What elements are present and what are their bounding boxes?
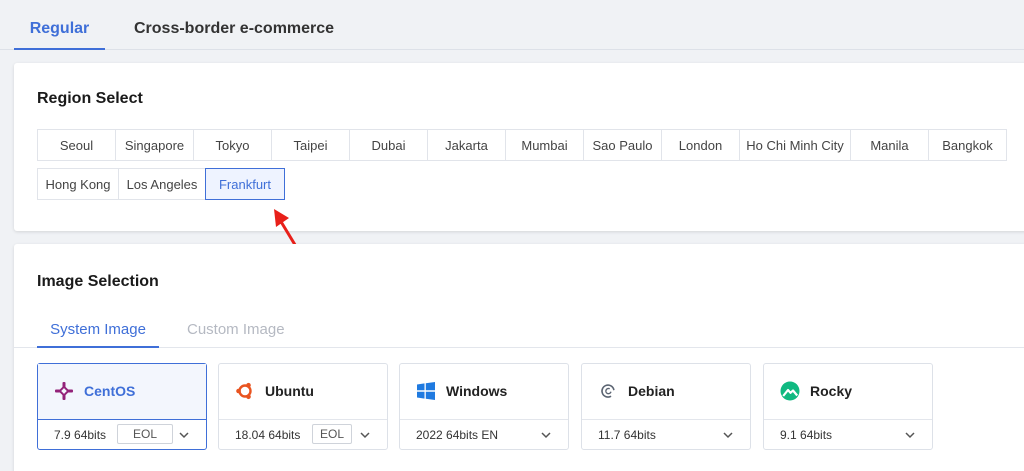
os-card-ubuntu[interactable]: Ubuntu 18.04 64bits EOL xyxy=(218,363,388,450)
os-card-rocky[interactable]: Rocky 9.1 64bits xyxy=(763,363,933,450)
os-name: Debian xyxy=(628,383,675,399)
os-version-value: 9.1 64bits xyxy=(780,428,833,442)
region-option-singapore[interactable]: Singapore xyxy=(115,129,194,161)
os-version-select[interactable]: 9.1 64bits xyxy=(764,421,932,449)
chevron-down-icon xyxy=(723,432,733,439)
region-option-dubai[interactable]: Dubai xyxy=(349,129,428,161)
os-card-header: Rocky xyxy=(764,364,932,420)
os-version-value: 11.7 64bits xyxy=(598,428,656,442)
chevron-down-icon xyxy=(905,432,915,439)
os-name: Ubuntu xyxy=(265,383,314,399)
os-card-centos[interactable]: CentOS 7.9 64bits EOL xyxy=(37,363,207,450)
os-version-select[interactable]: 18.04 64bits EOL xyxy=(219,421,387,449)
region-option-bangkok[interactable]: Bangkok xyxy=(928,129,1007,161)
os-version-select[interactable]: 2022 64bits EN xyxy=(400,421,568,449)
tab-cross-border-ecommerce[interactable]: Cross-border e-commerce xyxy=(134,20,334,50)
image-selection-card: Image Selection System Image Custom Imag… xyxy=(14,244,1024,471)
region-option-manila[interactable]: Manila xyxy=(850,129,929,161)
os-version-value: 7.9 64bits xyxy=(54,428,107,442)
region-option-frankfurt[interactable]: Frankfurt xyxy=(205,168,285,200)
region-option-london[interactable]: London xyxy=(661,129,740,161)
region-option-los-angeles[interactable]: Los Angeles xyxy=(118,168,206,200)
region-option-seoul[interactable]: Seoul xyxy=(37,129,116,161)
os-card-header: Debian xyxy=(582,364,750,420)
os-name: Rocky xyxy=(810,383,853,399)
os-card-header: Ubuntu xyxy=(219,364,387,420)
region-option-tokyo[interactable]: Tokyo xyxy=(193,129,272,161)
os-card-debian[interactable]: Debian 11.7 64bits xyxy=(581,363,751,450)
rocky-icon xyxy=(780,381,800,401)
chevron-down-icon xyxy=(360,432,370,439)
os-card-windows[interactable]: Windows 2022 64bits EN xyxy=(399,363,569,450)
debian-icon xyxy=(601,384,615,398)
os-card-header: Windows xyxy=(400,364,568,420)
region-select-card: Region Select Seoul Singapore Tokyo Taip… xyxy=(14,63,1024,231)
top-tab-bar: Regular Cross-border e-commerce xyxy=(0,0,1024,50)
image-type-tabs: System Image Custom Image xyxy=(14,317,1024,348)
region-option-mumbai[interactable]: Mumbai xyxy=(505,129,584,161)
os-version-select[interactable]: 7.9 64bits EOL xyxy=(38,421,206,449)
tab-regular[interactable]: Regular xyxy=(14,20,105,50)
chevron-down-icon xyxy=(179,432,189,439)
os-version-value: 2022 64bits EN xyxy=(416,428,499,442)
region-select-title: Region Select xyxy=(37,90,143,107)
centos-icon xyxy=(55,382,73,400)
region-row: Hong Kong Los Angeles Frankfurt xyxy=(37,168,285,200)
os-version-value: 18.04 64bits xyxy=(235,428,301,442)
ubuntu-icon xyxy=(236,382,252,400)
region-option-hong-kong[interactable]: Hong Kong xyxy=(37,168,119,200)
os-name: Windows xyxy=(446,383,508,399)
eol-badge: EOL xyxy=(312,424,352,444)
os-name: CentOS xyxy=(84,383,136,399)
region-option-jakarta[interactable]: Jakarta xyxy=(427,129,506,161)
tab-system-image[interactable]: System Image xyxy=(37,321,159,348)
windows-icon xyxy=(417,382,435,400)
chevron-down-icon xyxy=(541,432,551,439)
region-option-taipei[interactable]: Taipei xyxy=(271,129,350,161)
tab-custom-image[interactable]: Custom Image xyxy=(187,321,285,348)
region-option-sao-paulo[interactable]: Sao Paulo xyxy=(583,129,662,161)
image-selection-title: Image Selection xyxy=(37,273,159,290)
eol-badge: EOL xyxy=(117,424,173,444)
os-card-header: CentOS xyxy=(38,364,206,420)
region-row: Seoul Singapore Tokyo Taipei Dubai Jakar… xyxy=(37,129,1007,161)
os-version-select[interactable]: 11.7 64bits xyxy=(582,421,750,449)
region-option-ho-chi-minh-city[interactable]: Ho Chi Minh City xyxy=(739,129,851,161)
